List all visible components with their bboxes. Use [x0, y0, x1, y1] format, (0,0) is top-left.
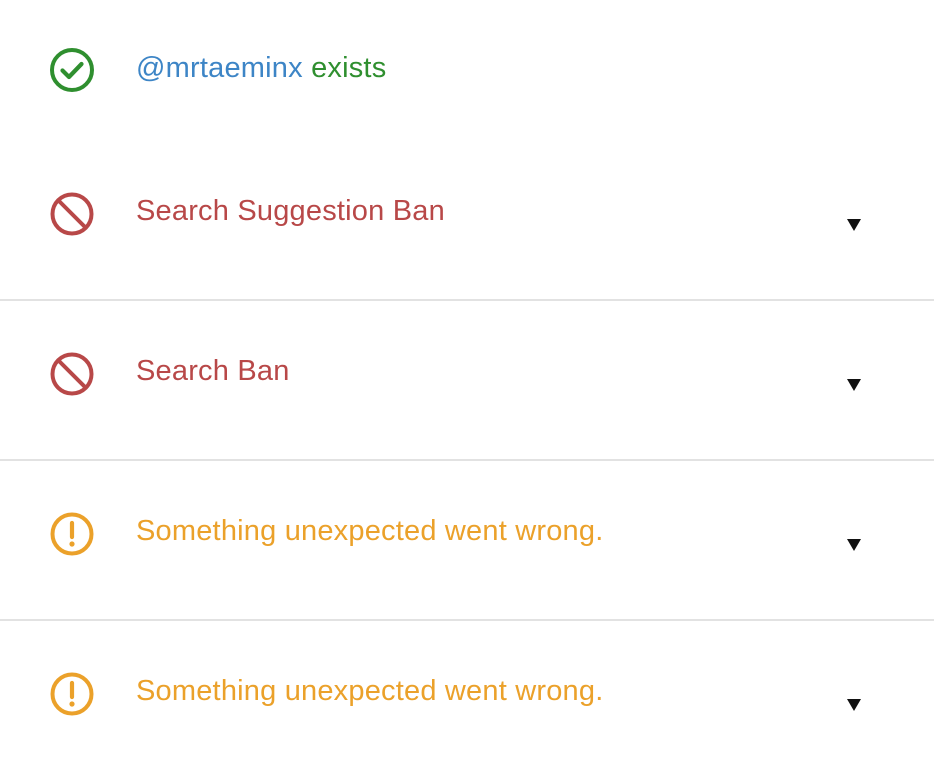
shadowban-results-panel: @mrtaeminx exists Search Suggestion Ban …	[0, 0, 934, 780]
check-label: Something unexpected went wrong.	[136, 515, 604, 547]
check-row-search-ban[interactable]: Search Ban	[0, 301, 934, 461]
exclamation-circle-icon	[48, 670, 96, 718]
ban-icon	[48, 190, 96, 238]
exclamation-circle-icon	[48, 510, 96, 558]
check-row-error-1[interactable]: Something unexpected went wrong.	[0, 461, 934, 621]
check-label: Search Ban	[136, 355, 290, 387]
check-row-error-2[interactable]: Something unexpected went wrong.	[0, 621, 934, 781]
ban-icon	[48, 350, 96, 398]
account-status-text: @mrtaeminx exists	[136, 51, 386, 85]
caret-down-icon[interactable]	[845, 217, 863, 233]
check-label: Search Suggestion Ban	[136, 195, 445, 227]
check-circle-icon	[48, 46, 96, 94]
caret-down-icon[interactable]	[845, 537, 863, 553]
check-row-search-suggestion-ban[interactable]: Search Suggestion Ban	[0, 140, 934, 300]
account-handle: @mrtaeminx	[136, 52, 303, 84]
caret-down-icon[interactable]	[845, 697, 863, 713]
account-status-word: exists	[311, 52, 387, 84]
check-label: Something unexpected went wrong.	[136, 675, 604, 707]
caret-down-icon[interactable]	[845, 377, 863, 393]
account-status-row: @mrtaeminx exists	[0, 0, 934, 140]
